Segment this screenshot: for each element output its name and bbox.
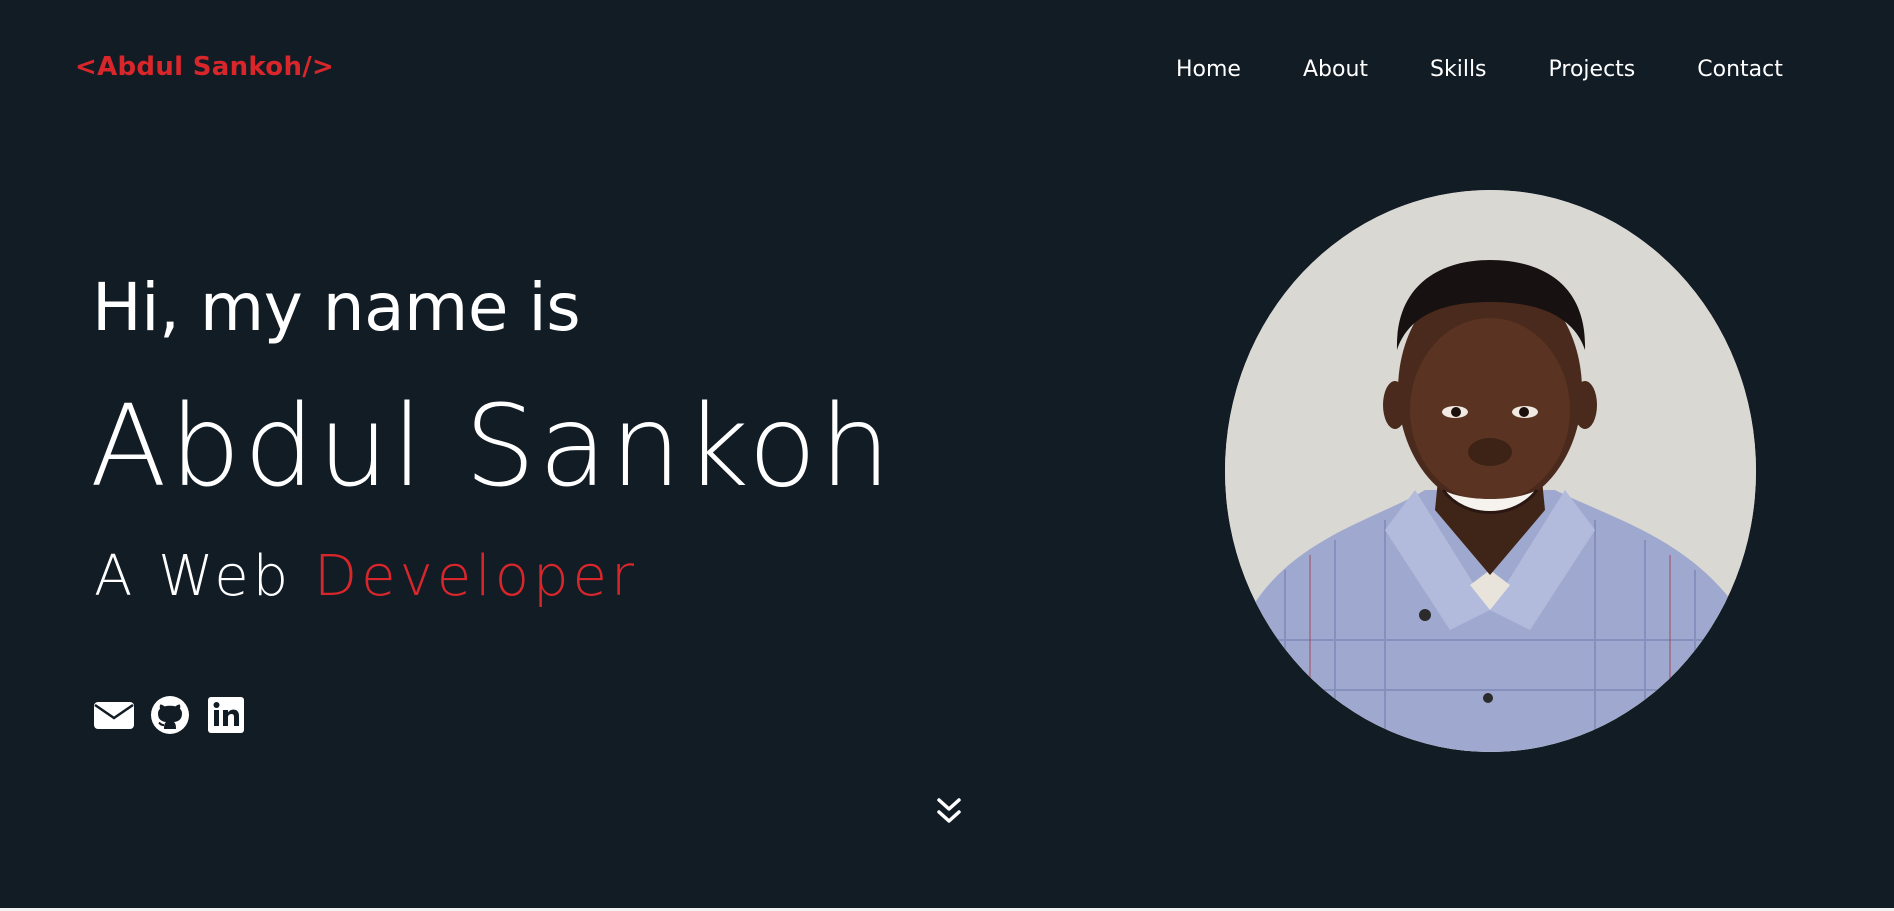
github-icon[interactable] [149,694,191,736]
role-highlight: Developer [314,544,639,609]
envelope-icon[interactable] [93,694,135,736]
page: <Abdul Sankoh/> Home About Skills Projec… [0,0,1894,911]
nav-item-projects[interactable]: Projects [1549,56,1636,84]
linkedin-icon[interactable] [205,694,247,736]
role-prefix: A Web [94,544,293,609]
hero-role: A Web Developer [94,542,638,612]
nav-item-home[interactable]: Home [1176,56,1241,84]
social-links [93,694,247,736]
portrait-photo [1225,190,1756,752]
site-logo[interactable]: <Abdul Sankoh/> [75,52,334,82]
hero-name: Abdul Sankoh [90,382,894,512]
nav-item-about[interactable]: About [1303,56,1368,84]
main-nav: Home About Skills Projects Contact [1176,56,1845,84]
nav-item-contact[interactable]: Contact [1697,56,1783,84]
nav-item-skills[interactable]: Skills [1430,56,1487,84]
double-chevron-down-icon[interactable] [934,796,964,828]
hero-greeting: Hi, my name is [92,269,581,346]
